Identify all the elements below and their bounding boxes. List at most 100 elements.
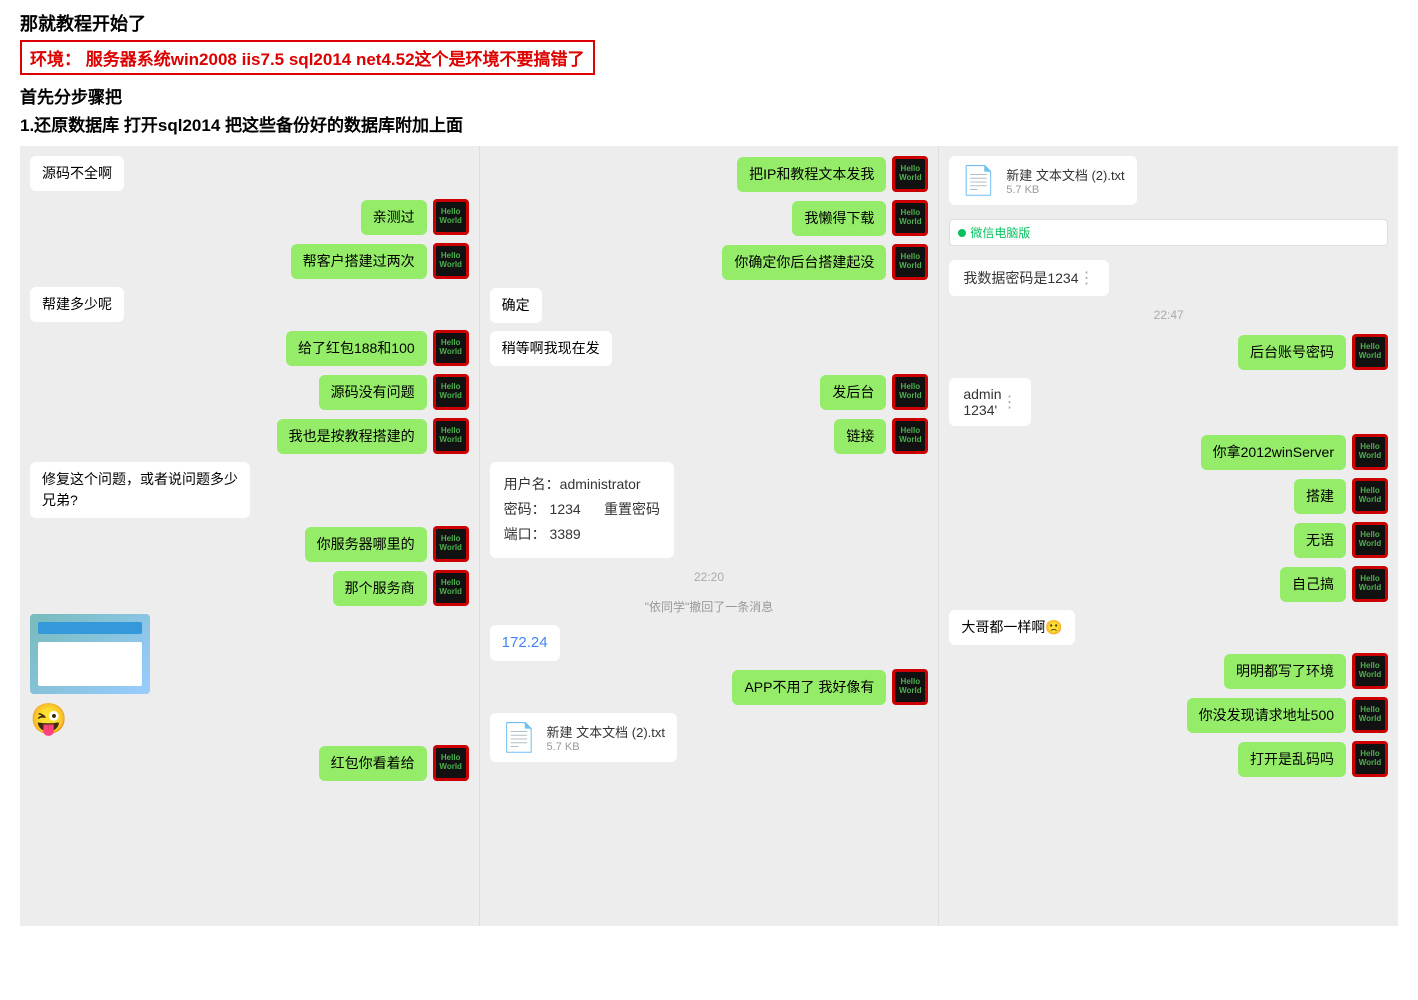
timestamp: 22:47 — [949, 308, 1388, 322]
list-item: HelloWorld 明明都写了环境 — [949, 653, 1388, 689]
list-item: HelloWorld 帮客户搭建过两次 — [30, 243, 469, 279]
list-item: 帮建多少呢 — [30, 287, 469, 322]
list-item: 📄 新建 文本文档 (2).txt 5.7 KB — [949, 156, 1388, 205]
file-bubble: 📄 新建 文本文档 (2).txt 5.7 KB — [490, 713, 677, 762]
avatar: HelloWorld — [433, 418, 469, 454]
list-item: HelloWorld 亲测过 — [30, 199, 469, 235]
list-item: HelloWorld 给了红包188和100 — [30, 330, 469, 366]
file-name: 新建 文本文档 (2).txt — [1006, 165, 1124, 184]
avatar: HelloWorld — [433, 199, 469, 235]
header-section: 那就教程开始了 环境： 服务器系统win2008 iis7.5 sql2014 … — [20, 10, 1398, 136]
file-icon: 📄 — [502, 721, 537, 754]
admin-bubble: admin 1234' ⋮ — [949, 378, 1031, 426]
list-item: HelloWorld 把IP和教程文本发我 — [490, 156, 929, 192]
bubble: 你服务器哪里的 — [305, 527, 427, 562]
avatar: HelloWorld — [433, 745, 469, 781]
password-text: 我数据密码是1234 — [963, 268, 1078, 288]
bubble: 发后台 — [820, 375, 886, 410]
list-item: HelloWorld 我懒得下载 — [490, 200, 929, 236]
list-item: 172.24 — [490, 625, 929, 662]
list-item: HelloWorld 源码没有问题 — [30, 374, 469, 410]
list-item: HelloWorld 我也是按教程搭建的 — [30, 418, 469, 454]
file-bubble: 📄 新建 文本文档 (2).txt 5.7 KB — [949, 156, 1136, 205]
password-bubble: 我数据密码是1234 ⋮ — [949, 260, 1108, 296]
chat-column-3: 📄 新建 文本文档 (2).txt 5.7 KB 微信电脑版 我数据密码是123… — [939, 146, 1398, 926]
admin-pass: 1234' — [963, 402, 1001, 418]
bubble: 确定 — [490, 288, 542, 323]
chat-column-1: 源码不全啊 HelloWorld 亲测过 HelloWorld 帮客户搭建过两次… — [20, 146, 480, 926]
bubble: 搭建 — [1294, 479, 1346, 514]
bubble: 源码不全啊 — [30, 156, 124, 191]
avatar: HelloWorld — [433, 330, 469, 366]
bubble: 你没发现请求地址500 — [1187, 698, 1346, 733]
bubble: 你确定你后台搭建起没 — [722, 245, 886, 280]
list-item: HelloWorld 后台账号密码 — [949, 334, 1388, 370]
avatar: HelloWorld — [1352, 334, 1388, 370]
avatar: HelloWorld — [892, 669, 928, 705]
timestamp: 22:20 — [490, 570, 929, 584]
bubble: 修复这个问题，或者说问题多少兄弟? — [30, 462, 250, 518]
file-size: 5.7 KB — [1006, 184, 1124, 196]
bubble: 链接 — [834, 419, 886, 454]
bubble: 明明都写了环境 — [1224, 654, 1346, 689]
avatar: HelloWorld — [433, 526, 469, 562]
avatar: HelloWorld — [433, 243, 469, 279]
list-item: 稍等啊我现在发 — [490, 331, 929, 366]
avatar: HelloWorld — [892, 200, 928, 236]
list-item: HelloWorld 自己搞 — [949, 566, 1388, 602]
list-item: HelloWorld 链接 — [490, 418, 929, 454]
list-item: 我数据密码是1234 ⋮ — [949, 260, 1388, 296]
bubble: 给了红包188和100 — [286, 331, 427, 366]
bubble: APP不用了 我好像有 — [732, 670, 886, 705]
wechat-badge: 微信电脑版 — [949, 219, 1388, 246]
list-item: 源码不全啊 — [30, 156, 469, 191]
bubble: 大哥都一样啊🙁 — [949, 610, 1074, 645]
avatar: HelloWorld — [1352, 522, 1388, 558]
wechat-dot — [958, 229, 966, 237]
avatar: HelloWorld — [433, 570, 469, 606]
info-bubble: 用户名：administrator 密码： 1234 重置密码 端口： 3389 — [490, 462, 674, 558]
bubble: 源码没有问题 — [319, 375, 427, 410]
list-item: HelloWorld 你确定你后台搭建起没 — [490, 244, 929, 280]
list-item: 确定 — [490, 288, 929, 323]
list-item: 用户名：administrator 密码： 1234 重置密码 端口： 3389 — [490, 462, 929, 558]
list-item: HelloWorld 无语 — [949, 522, 1388, 558]
list-item: HelloWorld APP不用了 我好像有 — [490, 669, 929, 705]
list-item — [30, 614, 469, 694]
admin-user: admin — [963, 386, 1001, 402]
list-item: HelloWorld 那个服务商 — [30, 570, 469, 606]
file-icon: 📄 — [961, 164, 996, 197]
header-line1: 那就教程开始了 — [20, 10, 1398, 36]
list-item: admin 1234' ⋮ — [949, 378, 1388, 426]
list-item: 大哥都一样啊🙁 — [949, 610, 1388, 645]
avatar: HelloWorld — [1352, 697, 1388, 733]
chat-column-2: HelloWorld 把IP和教程文本发我 HelloWorld 我懒得下载 H… — [480, 146, 940, 926]
list-item: 修复这个问题，或者说问题多少兄弟? — [30, 462, 469, 518]
bubble: 那个服务商 — [333, 571, 427, 606]
list-item: HelloWorld 搭建 — [949, 478, 1388, 514]
list-item: HelloWorld 你没发现请求地址500 — [949, 697, 1388, 733]
avatar: HelloWorld — [433, 374, 469, 410]
bubble: 无语 — [1294, 523, 1346, 558]
bubble: 把IP和教程文本发我 — [737, 157, 886, 192]
avatar: HelloWorld — [1352, 653, 1388, 689]
list-item: HelloWorld 你拿2012winServer — [949, 434, 1388, 470]
bubble: 我懒得下载 — [792, 201, 886, 236]
screenshot-thumbnail — [30, 614, 150, 694]
more-icon: ⋮ — [1001, 392, 1017, 412]
retract-message: "依同学"撤回了一条消息 — [490, 598, 929, 615]
list-item: 📄 新建 文本文档 (2).txt 5.7 KB — [490, 713, 929, 762]
list-item: HelloWorld 你服务器哪里的 — [30, 526, 469, 562]
bubble: 打开是乱码吗 — [1238, 742, 1346, 777]
avatar: HelloWorld — [892, 244, 928, 280]
bubble: 红包你看着给 — [319, 746, 427, 781]
header-line2: 环境： 服务器系统win2008 iis7.5 sql2014 net4.52这… — [20, 40, 595, 75]
avatar: HelloWorld — [1352, 566, 1388, 602]
file-size: 5.7 KB — [547, 741, 665, 753]
chat-area: 源码不全啊 HelloWorld 亲测过 HelloWorld 帮客户搭建过两次… — [20, 146, 1398, 926]
more-icon: ⋮ — [1079, 268, 1095, 288]
file-name: 新建 文本文档 (2).txt — [547, 722, 665, 741]
wechat-label: 微信电脑版 — [970, 224, 1030, 241]
bubble: 帮建多少呢 — [30, 287, 124, 322]
avatar: HelloWorld — [892, 374, 928, 410]
